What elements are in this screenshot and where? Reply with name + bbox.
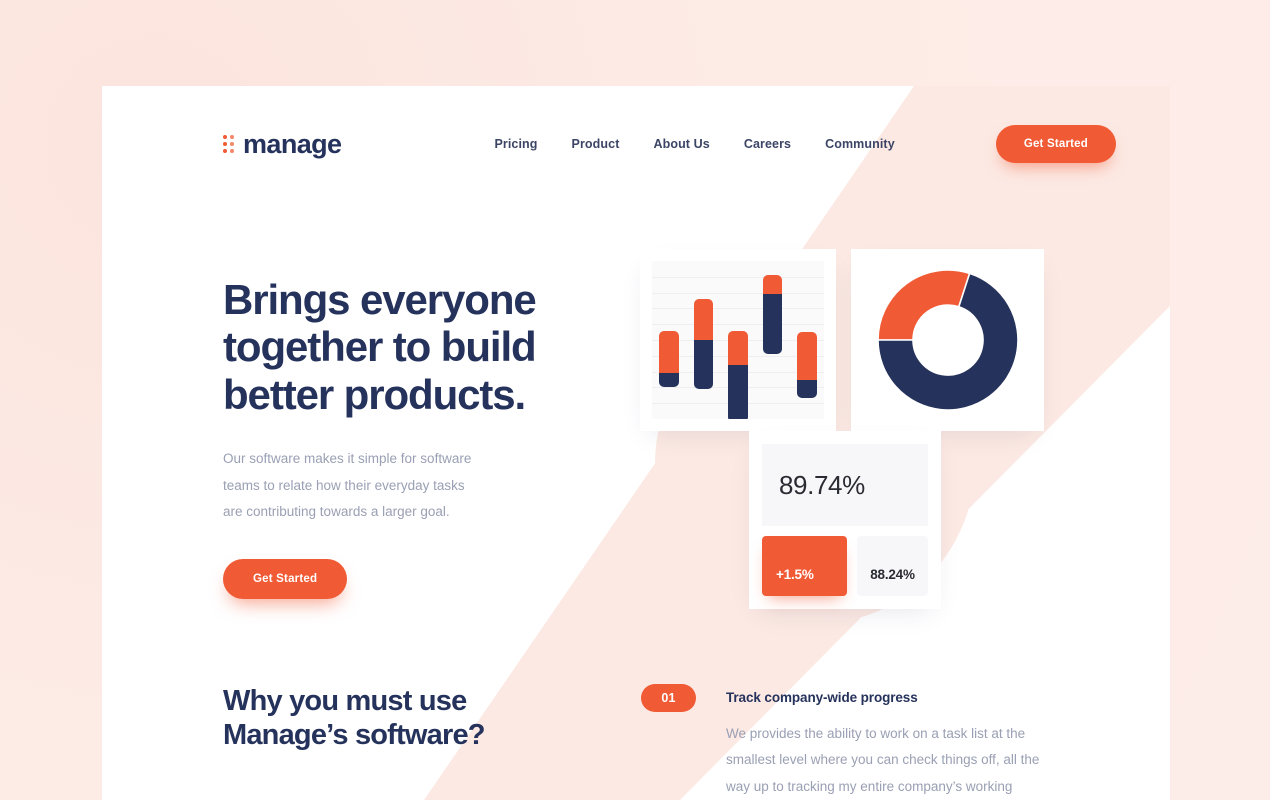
chart-bar-segment-negative <box>762 294 783 355</box>
brand-logo[interactable]: manage <box>223 128 342 159</box>
brand-name: manage <box>243 128 342 159</box>
landing-page-card: manage Pricing Product About Us Careers … <box>102 86 1170 800</box>
nav-item-pricing[interactable]: Pricing <box>494 137 537 151</box>
chart-bar-segment-negative <box>659 372 680 388</box>
donut-chart <box>876 269 1019 411</box>
hero-paragraph: Our software makes it simple for softwar… <box>223 451 472 519</box>
chart-bar <box>762 275 783 355</box>
hero-heading-line-3: better products. <box>223 370 526 418</box>
chart-bar-segment-positive <box>728 330 748 366</box>
features-section: Why you must use Manage’s software? 01 T… <box>223 684 1053 800</box>
chart-bar-segment-positive <box>693 298 714 341</box>
feature-title: Track company-wide progress <box>726 690 918 705</box>
donut-slice <box>876 269 971 341</box>
site-header: manage Pricing Product About Us Careers … <box>102 86 1170 202</box>
chart-bar <box>659 330 680 388</box>
stat-tiles-row: +1.5% 88.24% <box>762 536 928 596</box>
chart-bar <box>693 298 714 389</box>
stat-secondary-tile: 88.24% <box>857 536 928 596</box>
hero-heading-line-2: together to build <box>223 323 537 371</box>
nav-item-about-us[interactable]: About Us <box>653 137 709 151</box>
feature-text-block: Track company-wide progress We provides … <box>726 684 1053 800</box>
chart-bar-segment-negative <box>796 379 817 399</box>
stat-primary-value: 89.74% <box>762 444 928 526</box>
header-get-started-button[interactable]: Get Started <box>995 125 1116 163</box>
chart-bar-segment-positive <box>796 332 817 380</box>
nav-item-community[interactable]: Community <box>825 137 895 151</box>
chart-bar-segment-positive <box>762 275 783 295</box>
donut-chart-card <box>851 249 1044 431</box>
main-navigation: Pricing Product About Us Careers Communi… <box>494 137 894 151</box>
features-heading-line-1: Why you must use <box>223 685 467 717</box>
hero-section: Brings everyone together to build better… <box>223 276 603 600</box>
hero-heading: Brings everyone together to build better… <box>223 276 603 418</box>
hero-heading-line-1: Brings everyone <box>223 276 537 323</box>
chart-gridline <box>652 292 824 294</box>
chart-gridline <box>652 276 824 278</box>
chart-bar <box>796 332 817 399</box>
features-heading-block: Why you must use Manage’s software? <box>223 684 553 800</box>
feature-item-01: 01 Track company-wide progress We provid… <box>641 684 1053 800</box>
stats-card: 89.74% +1.5% 88.24% <box>749 431 941 609</box>
nav-item-product[interactable]: Product <box>572 137 620 151</box>
features-heading: Why you must use Manage’s software? <box>223 684 553 752</box>
feature-number-badge: 01 <box>641 684 696 712</box>
hero-get-started-button[interactable]: Get Started <box>223 559 348 600</box>
chart-bar-segment-positive <box>659 330 680 373</box>
stat-delta-tile: +1.5% <box>762 536 847 596</box>
nav-item-careers[interactable]: Careers <box>744 137 791 151</box>
features-heading-line-2: Manage’s software? <box>223 719 486 752</box>
chart-bar-segment-negative <box>728 365 748 419</box>
bar-chart-card <box>640 249 836 431</box>
chart-gridline <box>652 324 824 326</box>
bar-chart-plot <box>652 261 824 419</box>
chart-gridline <box>652 308 824 310</box>
feature-body: We provides the ability to work on a tas… <box>726 726 1040 794</box>
chart-bar <box>728 330 748 419</box>
chart-bar-segment-negative <box>693 340 714 389</box>
six-dot-grid-icon <box>223 135 234 153</box>
